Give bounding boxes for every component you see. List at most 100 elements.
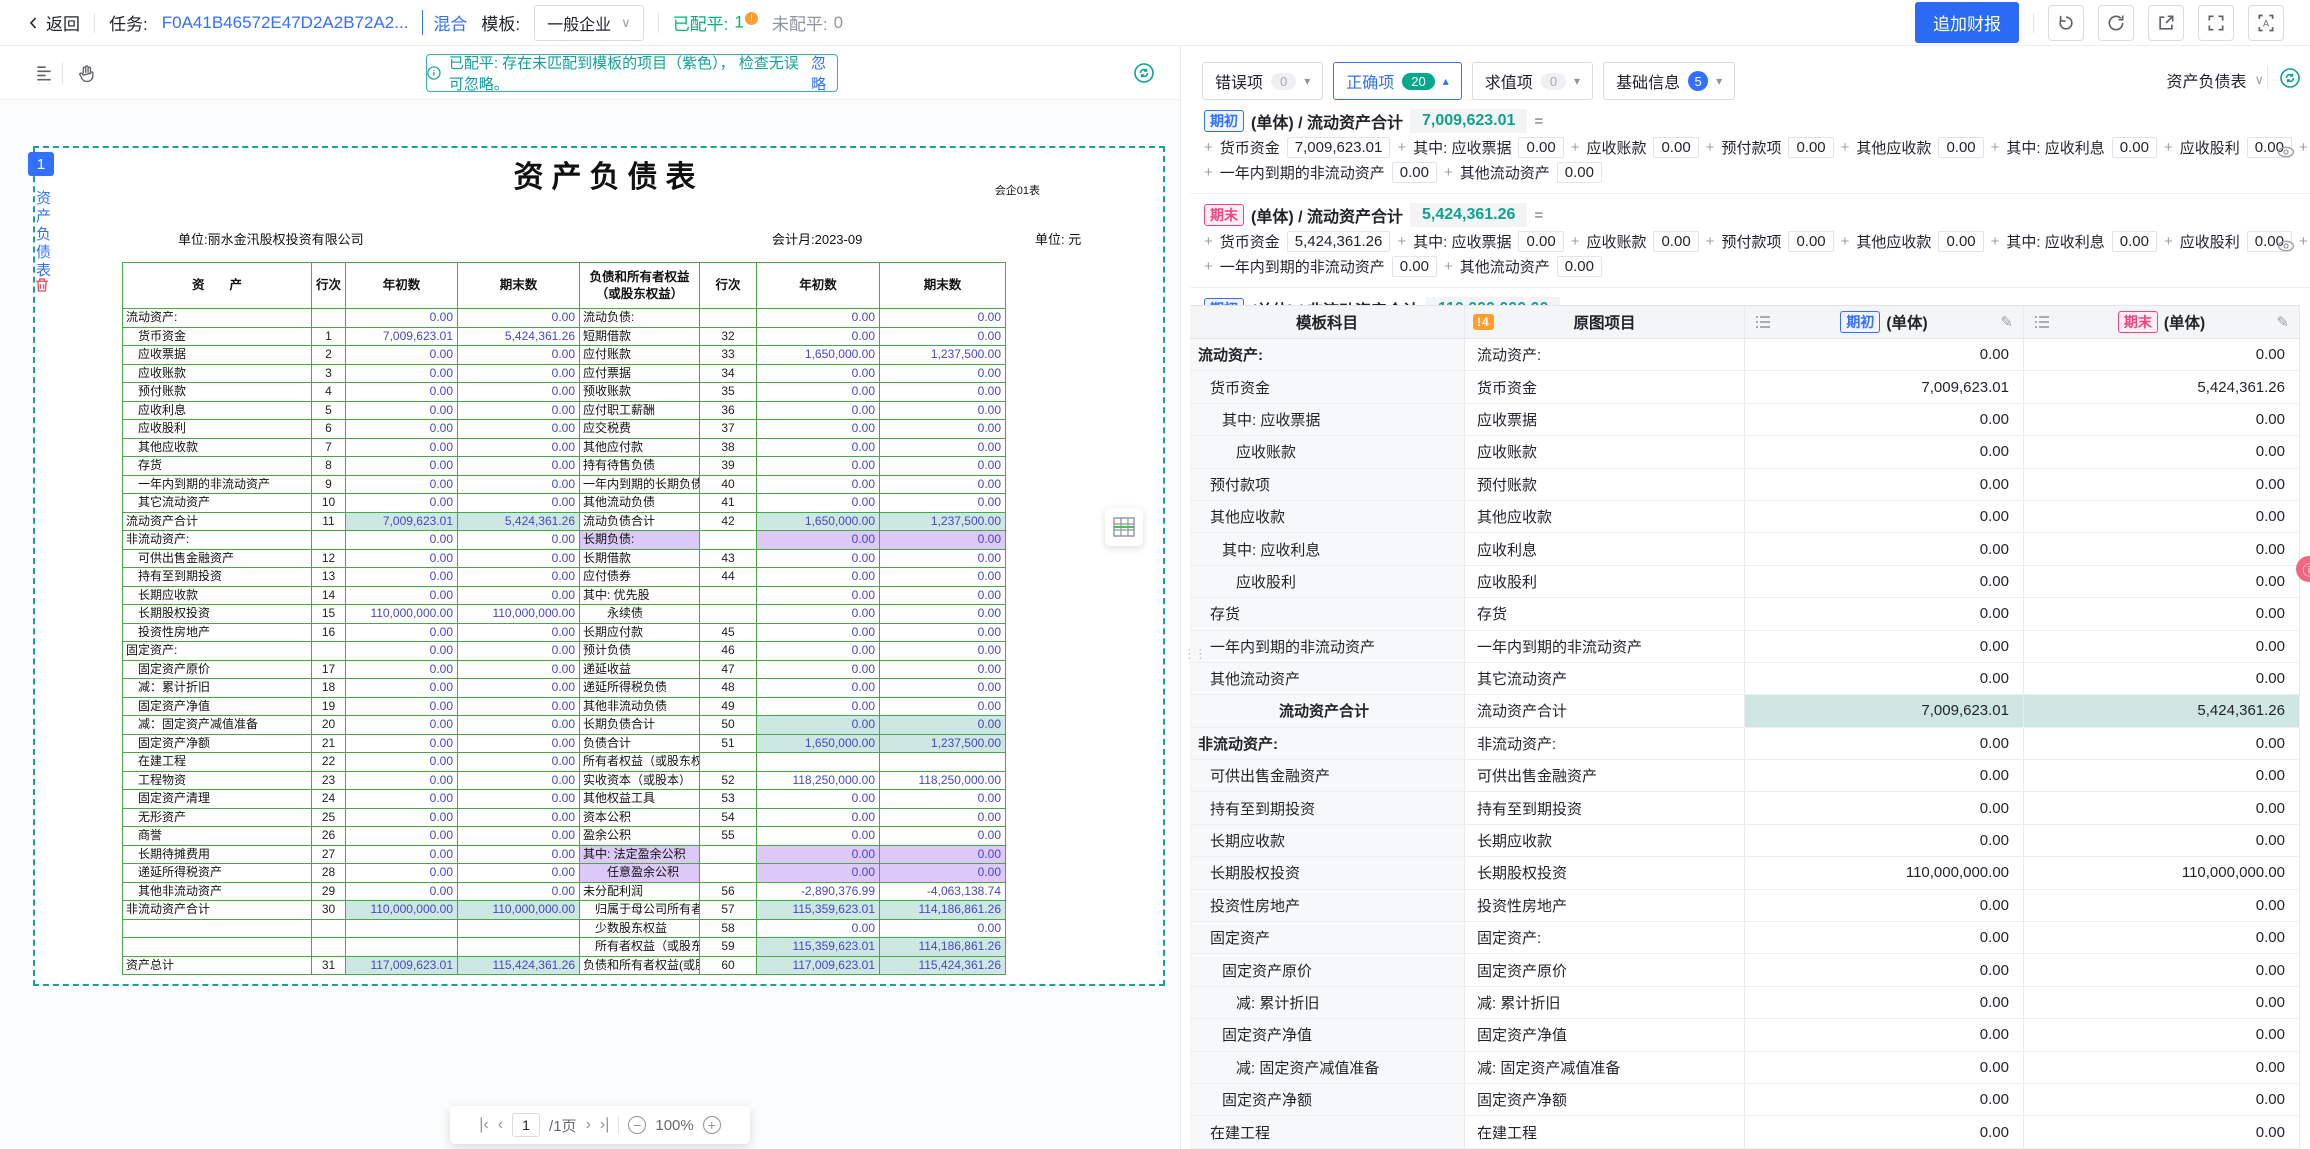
end-value-cell[interactable]: 0.00 (2024, 1084, 2300, 1115)
end-value-cell[interactable]: 0.00 (2024, 728, 2300, 759)
term-value[interactable]: 0.00 (1557, 256, 1602, 277)
end-value-cell[interactable]: 0.00 (2024, 566, 2300, 597)
sheet-tab-vertical[interactable]: 资产负债表 (32, 190, 53, 280)
mapping-table-row[interactable]: 应收股利应收股利0.000.00 (1190, 566, 2300, 598)
end-value-cell[interactable]: 0.00 (2024, 436, 2300, 467)
end-value-cell[interactable]: 0.00 (2024, 404, 2300, 435)
template-select[interactable]: 一般企业 ∨ (534, 5, 644, 41)
end-value-cell[interactable]: 5,424,361.26 (2024, 695, 2300, 726)
mapping-table-row[interactable]: 长期股权投资长期股权投资110,000,000.00110,000,000.00 (1190, 857, 2300, 889)
term-value[interactable]: 0.00 (1392, 162, 1437, 183)
begin-value-cell[interactable]: 0.00 (1745, 954, 2024, 985)
thumbnail-list-button[interactable] (28, 57, 60, 89)
begin-value-cell[interactable]: 0.00 (1745, 987, 2024, 1018)
begin-value-cell[interactable]: 0.00 (1745, 631, 2024, 662)
eye-icon[interactable] (2276, 142, 2296, 162)
begin-value-cell[interactable]: 0.00 (1745, 533, 2024, 564)
end-value-cell[interactable]: 0.00 (2024, 1116, 2300, 1147)
edit-pencil-icon[interactable]: ✎ (2276, 313, 2289, 331)
end-value-cell[interactable]: 0.00 (2024, 987, 2300, 1018)
formula-total-value[interactable]: 7,009,623.01 (1410, 109, 1527, 133)
mapping-table-row[interactable]: 投资性房地产投资性房地产0.000.00 (1190, 890, 2300, 922)
balance-sheet-page[interactable]: 1 资产负债表 资产负债表 会企01表 单位:丽水金汛股权投资有限公司 会计月:… (35, 148, 1163, 984)
mapping-table-row[interactable]: 存货存货0.000.00 (1190, 598, 2300, 630)
delete-page-button[interactable] (33, 276, 51, 294)
edit-pencil-icon[interactable]: ✎ (2000, 313, 2013, 331)
list-icon[interactable] (2034, 315, 2050, 329)
mapping-table-row[interactable]: 应收账款应收账款0.000.00 (1190, 436, 2300, 468)
term-value[interactable]: 7,009,623.01 (1287, 137, 1391, 158)
end-value-cell[interactable]: 0.00 (2024, 663, 2300, 694)
last-page-button[interactable]: ›| (600, 1116, 609, 1134)
open-external-button[interactable] (2148, 5, 2184, 41)
add-report-button[interactable]: 追加财报 (1915, 2, 2019, 43)
term-value[interactable]: 0.00 (2112, 137, 2157, 158)
term-value[interactable]: 0.00 (2112, 231, 2157, 252)
mapping-table-row[interactable]: 固定资产净值固定资产净值0.000.00 (1190, 1019, 2300, 1051)
formula-total-value[interactable]: 5,424,361.26 (1410, 203, 1527, 227)
hand-tool-button[interactable] (70, 57, 102, 89)
begin-value-cell[interactable]: 0.00 (1745, 922, 2024, 953)
term-value[interactable]: 0.00 (1653, 137, 1698, 158)
sheet-selector[interactable]: 资产负债表 ∨ (2166, 68, 2264, 92)
begin-value-cell[interactable]: 0.00 (1745, 469, 2024, 500)
mapping-table-row[interactable]: 固定资产净额固定资产净额0.000.00 (1190, 1084, 2300, 1116)
mapping-table-row[interactable]: 可供出售金融资产可供出售金融资产0.000.00 (1190, 760, 2300, 792)
begin-value-cell[interactable]: 110,000,000.00 (1745, 857, 2024, 888)
mapping-table-row[interactable]: 在建工程在建工程0.000.00 (1190, 1116, 2300, 1148)
begin-value-cell[interactable]: 0.00 (1745, 760, 2024, 791)
first-page-button[interactable]: |‹ (479, 1116, 488, 1134)
ignore-link[interactable]: 忽略 (811, 52, 837, 94)
ocr-recognize-button[interactable]: A (2248, 5, 2284, 41)
end-value-cell[interactable]: 0.00 (2024, 469, 2300, 500)
begin-value-cell[interactable]: 0.00 (1745, 501, 2024, 532)
term-value[interactable]: 0.00 (1788, 231, 1833, 252)
term-value[interactable]: 0.00 (1653, 231, 1698, 252)
term-value[interactable]: 0.00 (1518, 231, 1563, 252)
mapping-table-row[interactable]: 流动资产:流动资产:0.000.00 (1190, 339, 2300, 371)
mapping-table-row[interactable]: 固定资产原价固定资产原价0.000.00 (1190, 954, 2300, 986)
begin-value-cell[interactable]: 0.00 (1745, 1116, 2024, 1147)
panel-rematch-button[interactable] (2267, 66, 2302, 90)
begin-value-cell[interactable]: 0.00 (1745, 566, 2024, 597)
mapping-table-row[interactable]: 其中: 应收利息应收利息0.000.00 (1190, 533, 2300, 565)
mapping-table-row[interactable]: 减: 累计折旧减: 累计折旧0.000.00 (1190, 987, 2300, 1019)
end-value-cell[interactable]: 0.00 (2024, 631, 2300, 662)
begin-value-cell[interactable]: 0.00 (1745, 792, 2024, 823)
zoom-in-button[interactable]: + (703, 1116, 721, 1134)
mapping-table-row[interactable]: 流动资产合计流动资产合计7,009,623.015,424,361.26 (1190, 695, 2300, 727)
end-value-cell[interactable]: 5,424,361.26 (2024, 371, 2300, 402)
begin-value-cell[interactable]: 0.00 (1745, 825, 2024, 856)
begin-value-cell[interactable]: 0.00 (1745, 1052, 2024, 1083)
mapping-table-row[interactable]: 非流动资产:非流动资产:0.000.00 (1190, 728, 2300, 760)
end-value-cell[interactable]: 0.00 (2024, 954, 2300, 985)
panel-splitter[interactable]: ⋮⋮ (1180, 46, 1190, 1149)
eye-icon[interactable] (2276, 236, 2296, 256)
mapping-table-row[interactable]: 预付款项预付账款0.000.00 (1190, 469, 2300, 501)
begin-value-cell[interactable]: 0.00 (1745, 663, 2024, 694)
filter-正确项[interactable]: 正确项20▴ (1333, 62, 1462, 100)
begin-value-cell[interactable]: 0.00 (1745, 1084, 2024, 1115)
zoom-out-button[interactable]: − (628, 1116, 646, 1134)
begin-value-cell[interactable]: 0.00 (1745, 1019, 2024, 1050)
end-value-cell[interactable]: 110,000,000.00 (2024, 857, 2300, 888)
mapping-table-row[interactable]: 一年内到期的非流动资产一年内到期的非流动资产0.000.00 (1190, 631, 2300, 663)
page-input[interactable]: 1 (512, 1113, 540, 1137)
end-value-cell[interactable]: 0.00 (2024, 501, 2300, 532)
mapping-table-row[interactable]: 固定资产固定资产:0.000.00 (1190, 922, 2300, 954)
mapping-table-row[interactable]: 其他流动资产其它流动资产0.000.00 (1190, 663, 2300, 695)
end-value-cell[interactable]: 0.00 (2024, 760, 2300, 791)
mapping-table-row[interactable]: 长期应收款长期应收款0.000.00 (1190, 825, 2300, 857)
filter-基础信息[interactable]: 基础信息5▾ (1603, 62, 1735, 100)
term-value[interactable]: 0.00 (1392, 256, 1437, 277)
rematch-button[interactable] (1128, 57, 1160, 89)
begin-value-cell[interactable]: 0.00 (1745, 598, 2024, 629)
begin-value-cell[interactable]: 0.00 (1745, 339, 2024, 370)
term-value[interactable]: 0.00 (1518, 137, 1563, 158)
end-value-cell[interactable]: 0.00 (2024, 598, 2300, 629)
prev-page-button[interactable]: ‹ (498, 1116, 503, 1134)
formula-total-value[interactable]: 110,000,000.00 (1426, 297, 1560, 305)
refresh-button[interactable] (2098, 5, 2134, 41)
end-value-cell[interactable]: 0.00 (2024, 1019, 2300, 1050)
mapping-table-row[interactable]: 减: 固定资产减值准备减: 固定资产减值准备0.000.00 (1190, 1052, 2300, 1084)
